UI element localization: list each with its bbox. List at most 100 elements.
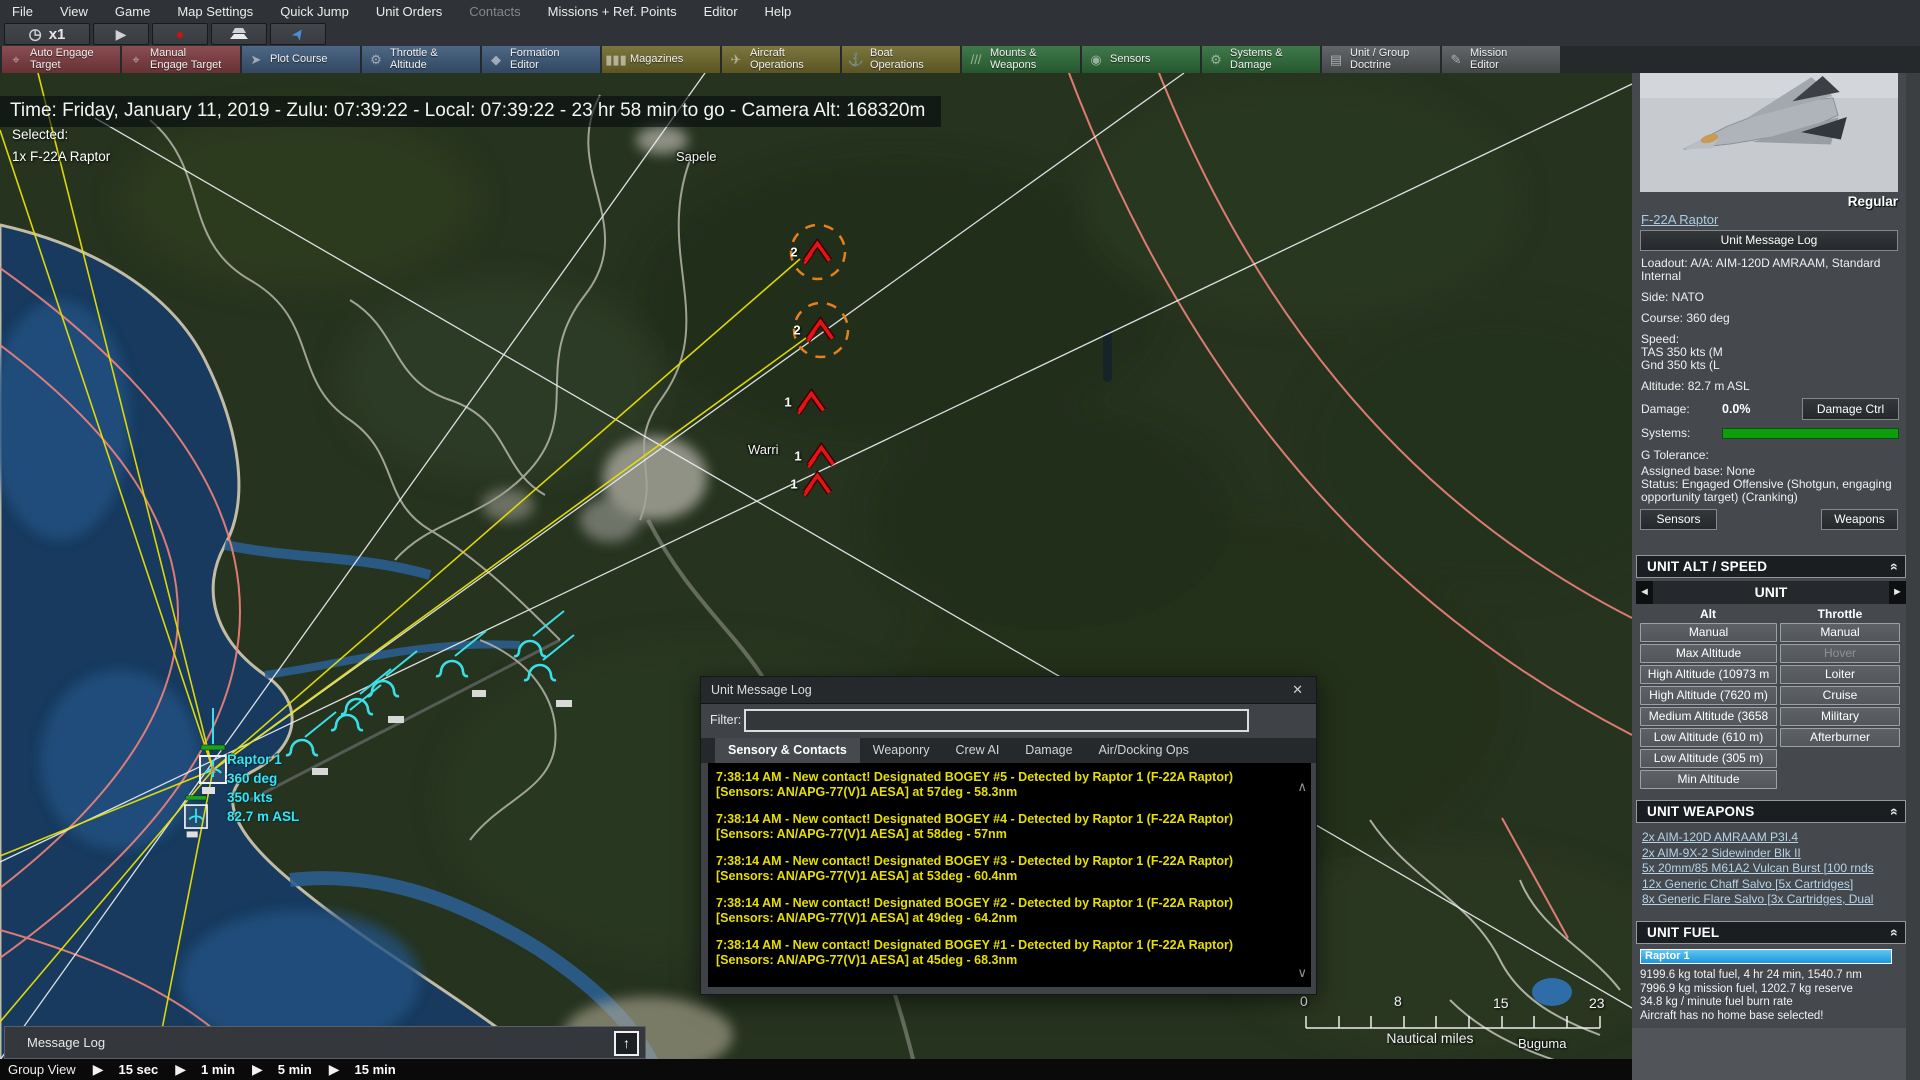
toolbar-button[interactable]: ▤ Unit / Group Doctrine [1322, 46, 1440, 73]
weapon-link[interactable]: 5x 20mm/85 M61A2 Vulcan Burst [100 rnds [1642, 861, 1874, 877]
toolbar-button[interactable]: ⚙ Throttle & Altitude [362, 46, 480, 73]
toolbar-button[interactable]: ◉ Sensors [1082, 46, 1200, 73]
altitude-preset-button[interactable]: Low Altitude (610 m) [1640, 728, 1777, 747]
dialog-tab[interactable]: Damage [1012, 738, 1085, 763]
contact-count-label: 2 [790, 244, 798, 260]
toolbar-button[interactable]: ⚙ Systems & Damage [1202, 46, 1320, 73]
menu-item[interactable]: File [12, 4, 33, 19]
prev-unit-arrow[interactable]: ◄ [1636, 581, 1653, 604]
dialog-tab[interactable]: Sensory & Contacts [715, 738, 860, 763]
group-view-label[interactable]: Group View [8, 1062, 76, 1077]
time-step-option[interactable]: 15 sec [118, 1062, 158, 1077]
hostile-contact[interactable]: 1 [790, 470, 833, 498]
sidebar-scrollbar[interactable]: ▲ ▼ [1906, 0, 1920, 1080]
toolbar-button[interactable]: ▮▮▮ Magazines [602, 46, 720, 73]
toolbar-button[interactable]: ⚓ Boat Operations [842, 46, 960, 73]
weapon-link[interactable]: 2x AIM-120D AMRAAM P3I.4 [1642, 830, 1874, 846]
throttle-preset-button[interactable]: Hover [1780, 644, 1900, 663]
altitude-preset-button[interactable]: Low Altitude (305 m) [1640, 749, 1777, 768]
right-sidebar: UNIT STATUS » Raptor 1 Regular F-22A Rap… [1632, 0, 1920, 1080]
altitude-preset-button[interactable]: Medium Altitude (3658 [1640, 707, 1777, 726]
weapons-button[interactable]: Weapons [1821, 509, 1898, 530]
altitude-preset-button[interactable]: Manual [1640, 623, 1777, 642]
fuel-selected-unit[interactable]: Raptor 1 [1640, 949, 1892, 964]
toolbar-button[interactable]: ⌖ Auto Engage Target [2, 46, 120, 73]
record-icon: ● [175, 26, 185, 42]
unit-weapons-header[interactable]: UNIT WEAPONS » [1636, 800, 1906, 823]
toolbar-button[interactable]: ➤ Plot Course [242, 46, 360, 73]
play-button[interactable]: ▶ [93, 23, 149, 45]
record-button[interactable]: ● [152, 23, 208, 45]
toolbar-button-label-line1: Aircraft [750, 47, 785, 59]
menu-item[interactable]: Map Settings [177, 4, 253, 19]
menu-item[interactable]: Missions + Ref. Points [548, 4, 677, 19]
expand-message-log-button[interactable]: ↑ [614, 1031, 639, 1056]
menu-item[interactable]: Unit Orders [376, 4, 442, 19]
toolbar-button[interactable]: ⌖ Manual Engage Target [122, 46, 240, 73]
toolbar-button-icon: ▤ [1329, 51, 1343, 67]
scroll-down-icon[interactable]: ∨ [1297, 966, 1307, 979]
unit-alt-speed-header[interactable]: UNIT ALT / SPEED » [1636, 555, 1906, 578]
menu-item[interactable]: Contacts [469, 4, 520, 19]
weapon-link[interactable]: 12x Generic Chaff Salvo [5x Cartridges] [1642, 877, 1874, 893]
jump-button[interactable]: ➤ [270, 23, 326, 45]
altitude-preset-button[interactable]: High Altitude (10973 m [1640, 665, 1777, 684]
unit-message-log-button[interactable]: Unit Message Log [1640, 230, 1898, 251]
assigned-base-text: Assigned base: None [1641, 464, 1756, 478]
dialog-tab[interactable]: Crew AI [943, 738, 1013, 763]
altitude-preset-button[interactable]: High Altitude (7620 m) [1640, 686, 1777, 705]
throttle-preset-button[interactable]: Cruise [1780, 686, 1900, 705]
altitude-preset-button[interactable]: Min Altitude [1640, 770, 1777, 789]
hostile-contact[interactable]: 1 [794, 442, 837, 470]
throttle-preset-button[interactable]: Military [1780, 707, 1900, 726]
toolbar-button-label-line1: Unit / Group [1350, 47, 1410, 59]
collapse-icon[interactable]: » [1886, 563, 1901, 571]
menu-item[interactable]: Game [115, 4, 150, 19]
time-compression-button[interactable]: ◷ x1 [4, 23, 90, 45]
time-step-option[interactable]: 15 min [355, 1062, 396, 1077]
toolbar-button-label-line1: Manual [150, 47, 187, 59]
throttle-preset-button[interactable]: Loiter [1780, 665, 1900, 684]
menu-item[interactable]: Editor [704, 4, 738, 19]
collapse-icon[interactable]: » [1886, 808, 1901, 816]
hostile-contact[interactable]: 1 [784, 388, 827, 416]
next-unit-arrow[interactable]: ► [1889, 581, 1906, 604]
scroll-up-icon[interactable]: ∧ [1297, 780, 1307, 793]
message-log-bar[interactable]: Message Log ↑ [4, 1026, 646, 1059]
weapon-link[interactable]: 2x AIM-9X-2 Sidewinder Blk II [1642, 846, 1874, 862]
close-icon[interactable]: ✕ [1289, 682, 1306, 698]
throttle-preset-button[interactable]: Manual [1780, 623, 1900, 642]
throttle-column-label: Throttle [1817, 607, 1863, 621]
unit-fuel-header[interactable]: UNIT FUEL » [1636, 921, 1906, 944]
contact-count-label: 1 [794, 448, 802, 464]
dialog-titlebar[interactable]: Unit Message Log ✕ [701, 677, 1316, 704]
collapse-icon[interactable]: » [1886, 929, 1901, 937]
toolbar-button-icon: ▮▮▮ [605, 51, 627, 67]
unit-type-link[interactable]: F-22A Raptor [1641, 212, 1718, 227]
toolbar-button[interactable]: /// Mounts & Weapons [962, 46, 1080, 73]
toolbar-button[interactable]: ✈ Aircraft Operations [722, 46, 840, 73]
damage-ctrl-button[interactable]: Damage Ctrl [1802, 398, 1899, 420]
toolbar-button-icon: ✈ [730, 51, 742, 67]
throttle-preset-button[interactable]: Afterburner [1780, 728, 1900, 747]
time-step-option[interactable]: 1 min [201, 1062, 235, 1077]
dialog-tab[interactable]: Air/Docking Ops [1086, 738, 1202, 763]
sensors-button[interactable]: Sensors [1640, 509, 1717, 530]
menu-item[interactable]: View [60, 4, 88, 19]
dialog-tab[interactable]: Weaponry [860, 738, 943, 763]
hostile-contact[interactable]: 2 [790, 238, 833, 266]
toolbar-button[interactable]: ✎ Mission Editor [1442, 46, 1560, 73]
hostile-contact[interactable]: 2 [793, 316, 836, 344]
menu-item[interactable]: Help [765, 4, 792, 19]
contact-count-label: 2 [793, 322, 801, 338]
time-step-option[interactable]: 5 min [278, 1062, 312, 1077]
fuel-info-line: 7996.9 kg mission fuel, 1202.7 kg reserv… [1640, 982, 1853, 995]
toolbar-button[interactable]: ◆ Formation Editor [482, 46, 600, 73]
altitude-preset-button[interactable]: Max Altitude [1640, 644, 1777, 663]
toolbar-button-icon: /// [970, 52, 982, 67]
menu-item[interactable]: Quick Jump [280, 4, 349, 19]
map-layers-button[interactable] [211, 23, 267, 45]
filter-input[interactable] [744, 709, 1249, 732]
toolbar-button-label-line2: Altitude [390, 58, 427, 71]
weapon-link[interactable]: 8x Generic Flare Salvo [3x Cartridges, D… [1642, 892, 1874, 908]
